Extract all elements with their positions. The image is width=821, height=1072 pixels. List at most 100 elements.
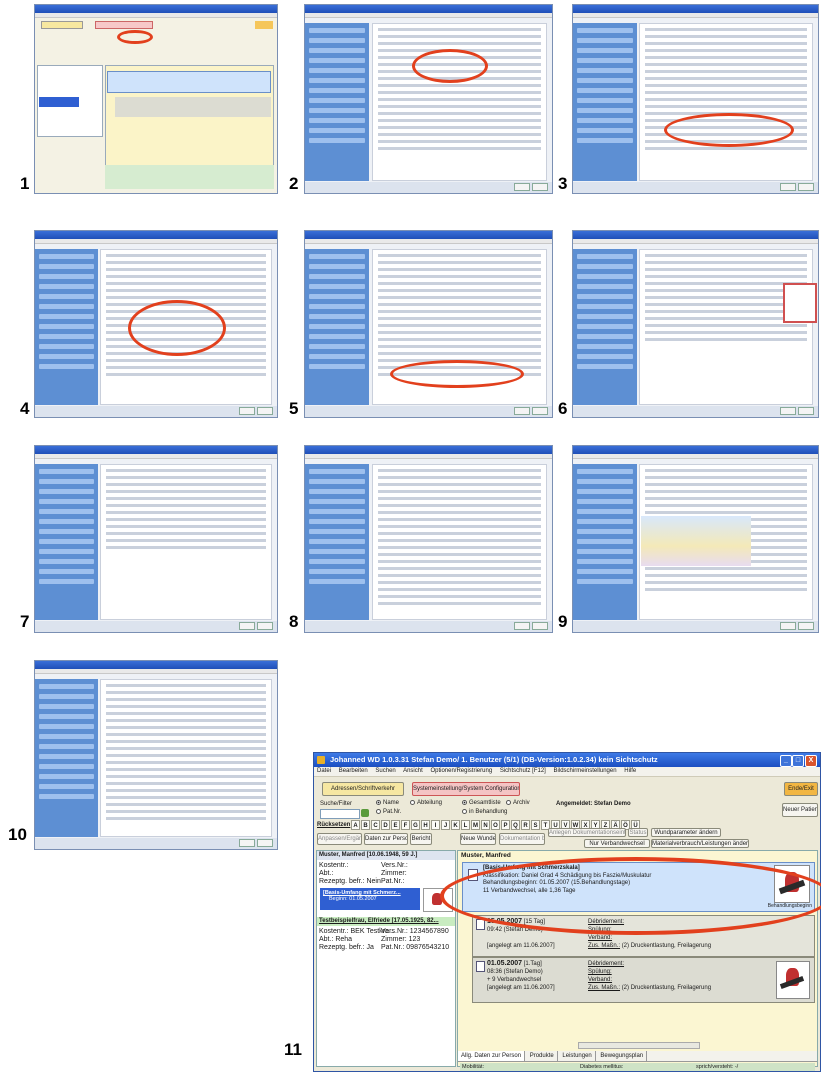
- patient-1-header[interactable]: Muster, Manfred [10.06.1948, 59 J.]: [317, 851, 455, 860]
- radio-archiv[interactable]: Archiv: [506, 800, 530, 806]
- step-label-10: 10: [8, 825, 27, 844]
- entry-2-massn-link[interactable]: Zus. Maßn.:: [588, 985, 620, 991]
- window-titlebar: Johanned WD 1.0.3.31 Stefan Demo/ 1. Ben…: [314, 753, 820, 767]
- material-button[interactable]: Materialverbrauch/Leistungen ändern: [651, 839, 749, 848]
- minimize-icon[interactable]: _: [780, 755, 792, 767]
- alphabet-letter-B[interactable]: B: [361, 820, 370, 830]
- alphabet-letter-C[interactable]: C: [371, 820, 380, 830]
- search-input[interactable]: [320, 809, 360, 819]
- entry-1-verband-link[interactable]: Verband:: [588, 934, 711, 942]
- alphabet-letter-A[interactable]: A: [351, 820, 360, 830]
- alphabet-letter-G[interactable]: G: [411, 820, 420, 830]
- entry-2-interval: [1.Tag]: [523, 961, 542, 967]
- dressing-change-button[interactable]: Nur Verbandwechsel: [584, 839, 650, 848]
- person-data-button[interactable]: Daten zur Person: [364, 833, 408, 845]
- logged-in-user: Angemeldet: Stefan Demo: [556, 801, 631, 807]
- alphabet-letter-N[interactable]: N: [481, 820, 490, 830]
- window-title: Johanned WD 1.0.3.31 Stefan Demo/ 1. Ben…: [330, 755, 658, 764]
- thumbnail-step-5: [304, 230, 553, 418]
- highlight-ring-4: [128, 300, 226, 356]
- entry-2-spuelung-link[interactable]: Spülung:: [588, 968, 711, 976]
- thumbnail-step-9: [572, 445, 819, 633]
- search-go-icon[interactable]: [361, 809, 369, 817]
- alphabet-letter-P[interactable]: P: [501, 820, 510, 830]
- anpassen-button[interactable]: Anpassen/Ergänzen: [317, 833, 362, 845]
- menu-bildschirm[interactable]: Bildschirmeinstellungen: [554, 768, 617, 774]
- status-button[interactable]: Status: [628, 828, 648, 837]
- alphabet-letter-R[interactable]: R: [521, 820, 530, 830]
- exit-button[interactable]: Ende/Exit: [784, 782, 818, 796]
- tab-leistungen[interactable]: Leistungen: [559, 1051, 596, 1061]
- step-label-3: 3: [558, 174, 568, 193]
- report-button[interactable]: Bericht: [410, 833, 432, 845]
- info-grid: Mobilität: Diabetes mellitus: sprich/verst…: [460, 1063, 815, 1071]
- menu-sichtschutz[interactable]: Sichtschutz [F12]: [500, 768, 546, 774]
- patient-1-wound-item[interactable]: [Basis-Umfang mit Schmerz... Beginn: 01.…: [320, 888, 420, 910]
- patient-1-rezept: Rezeptg. befr.: Nein: [319, 878, 381, 885]
- alphabet-letter-F[interactable]: F: [401, 820, 410, 830]
- thumbnail-step-2: [304, 4, 553, 194]
- step-label-4: 4: [20, 399, 30, 418]
- adressen-button[interactable]: Adressen/Schriftverkehr: [322, 782, 404, 796]
- documentation-button[interactable]: Dokumentation bearbeiten: [499, 833, 545, 845]
- entry-2-verband-link[interactable]: Verband:: [588, 976, 711, 984]
- tab-person-data[interactable]: Allg. Daten zur Person: [458, 1051, 526, 1061]
- system-config-button[interactable]: Systemeinstellung/System Configuration: [412, 782, 520, 796]
- new-patient-button[interactable]: Neuer Patient: [782, 803, 818, 817]
- app-icon: [317, 756, 325, 764]
- reset-label[interactable]: Rücksetzen: [317, 822, 350, 828]
- patient-1-zimmer: Zimmer:: [381, 870, 407, 877]
- alphabet-letter-J[interactable]: J: [441, 820, 450, 830]
- highlight-ring-2: [412, 49, 488, 83]
- step-label-6: 6: [558, 399, 568, 418]
- entry-1-massn-link[interactable]: Zus. Maßn.:: [588, 943, 620, 949]
- step-label-2: 2: [289, 174, 299, 193]
- radio-gesamtliste[interactable]: Gesamtliste: [462, 800, 501, 806]
- info-grid-cell: Diabetes mellitus:: [580, 1064, 624, 1070]
- entry-2-debridement-link[interactable]: Débridement:: [588, 960, 711, 968]
- main-patient-name: Muster, Manfred: [461, 852, 511, 859]
- close-icon[interactable]: X: [805, 755, 817, 767]
- radio-patnr[interactable]: Pat.Nr.: [376, 809, 401, 815]
- menu-hilfe[interactable]: Hilfe: [624, 768, 636, 774]
- thumbnail-step-6: [572, 230, 819, 418]
- patient-1-abt: Abt.:: [319, 870, 334, 877]
- menu-datei[interactable]: Datei: [317, 768, 331, 774]
- alphabet-letter-M[interactable]: M: [471, 820, 480, 830]
- wound-params-button[interactable]: Wundparameter ändern: [651, 828, 721, 837]
- alphabet-letter-D[interactable]: D: [381, 820, 390, 830]
- patient-2-header[interactable]: Testbeispielfrau, Elfriede [17.05.1925, …: [317, 917, 455, 926]
- menu-bearbeiten[interactable]: Bearbeiten: [339, 768, 368, 774]
- alphabet-letter-S[interactable]: S: [531, 820, 540, 830]
- alphabet-letter-E[interactable]: E: [391, 820, 400, 830]
- tab-produkte[interactable]: Produkte: [527, 1051, 558, 1061]
- radio-behandlung[interactable]: in Behandlung: [462, 809, 507, 815]
- horizontal-scrollbar[interactable]: [578, 1042, 700, 1049]
- step-label-7: 7: [20, 612, 30, 631]
- patient-list: Muster, Manfred [10.06.1948, 59 J.] Kost…: [316, 850, 456, 1067]
- alphabet-letter-I[interactable]: I: [431, 820, 440, 830]
- alphabet-letter-Q[interactable]: Q: [511, 820, 520, 830]
- alphabet-letter-O[interactable]: O: [491, 820, 500, 830]
- thumbnail-step-8: [304, 445, 553, 633]
- maximize-icon[interactable]: □: [792, 755, 804, 767]
- entry-card-2[interactable]: 01.05.2007 [1.Tag] 08:36 (Stefan Demo) +…: [472, 957, 815, 1003]
- menu-optionen[interactable]: Optionen/Registrierung: [430, 768, 492, 774]
- radio-name[interactable]: Name: [376, 800, 399, 806]
- alphabet-letter-L[interactable]: L: [461, 820, 470, 830]
- step-label-9: 9: [558, 612, 568, 631]
- new-wound-button[interactable]: Neue Wunde: [460, 833, 496, 845]
- step-label-8: 8: [289, 612, 299, 631]
- menu-suchen[interactable]: Suchen: [375, 768, 395, 774]
- patient-2-abt: Abt.: Reha: [319, 936, 353, 943]
- alphabet-letter-K[interactable]: K: [451, 820, 460, 830]
- menu-ansicht[interactable]: Ansicht: [403, 768, 423, 774]
- step-label-11: 11: [284, 1040, 302, 1059]
- tab-bewegungsplan[interactable]: Bewegungsplan: [597, 1051, 648, 1061]
- add-entries-button[interactable]: Anlegen Dokumentationseinträge: [548, 828, 626, 837]
- highlight-ring-3: [664, 113, 794, 147]
- alphabet-letter-H[interactable]: H: [421, 820, 430, 830]
- radio-abteilung[interactable]: Abteilung: [410, 800, 442, 806]
- entry-2-date: 01.05.2007: [487, 960, 523, 967]
- patient-2-patnr: Pat.Nr.: 09876543210: [381, 944, 450, 951]
